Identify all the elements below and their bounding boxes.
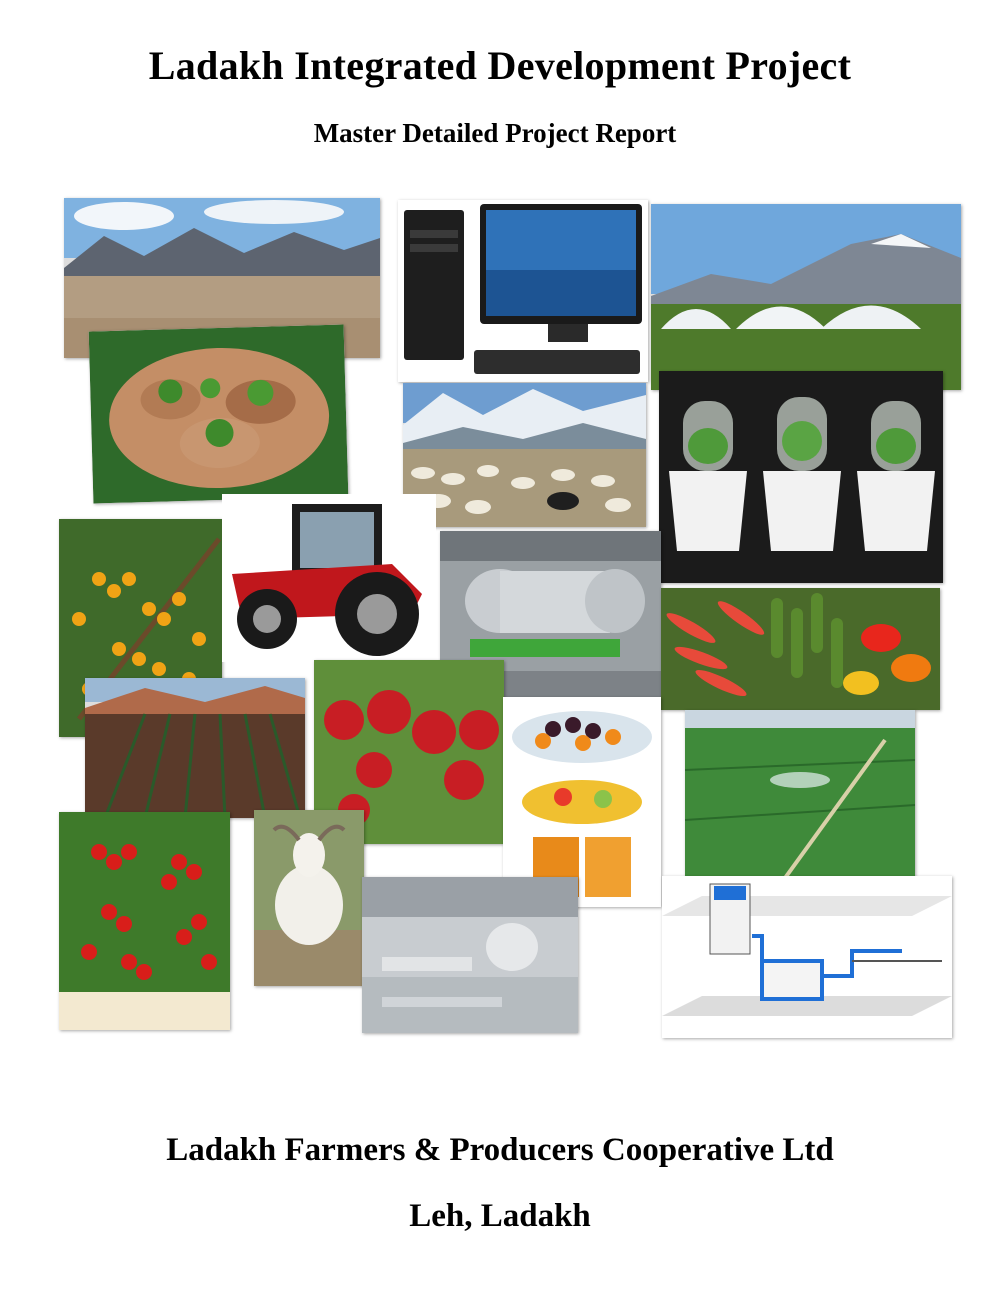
document-subtitle: Master Detailed Project Report (313, 118, 677, 148)
sheep-herd-photo (403, 383, 646, 527)
document-title: Ladakh Integrated Development Project (148, 43, 852, 88)
white-goat-photo (254, 810, 364, 986)
hands-seedlings-photo (88, 324, 349, 504)
processing-facility-photo (362, 877, 578, 1033)
irrigation-diagram-photo (662, 876, 952, 1038)
dried-fruits-photo (503, 697, 661, 907)
organization-name: Ladakh Farmers & Producers Cooperative L… (166, 1132, 834, 1168)
location: Leh, Ladakh (409, 1198, 591, 1234)
irrigated-field-photo (685, 710, 915, 878)
vegetables-photo (661, 588, 940, 710)
greenhouses-photo (651, 204, 961, 390)
potted-plants-photo (659, 371, 943, 583)
red-tractor-photo (222, 494, 436, 662)
cherry-tomatoes-photo (59, 812, 230, 1030)
crop-rows-field-photo (85, 678, 305, 818)
desktop-computer-photo (398, 200, 648, 382)
